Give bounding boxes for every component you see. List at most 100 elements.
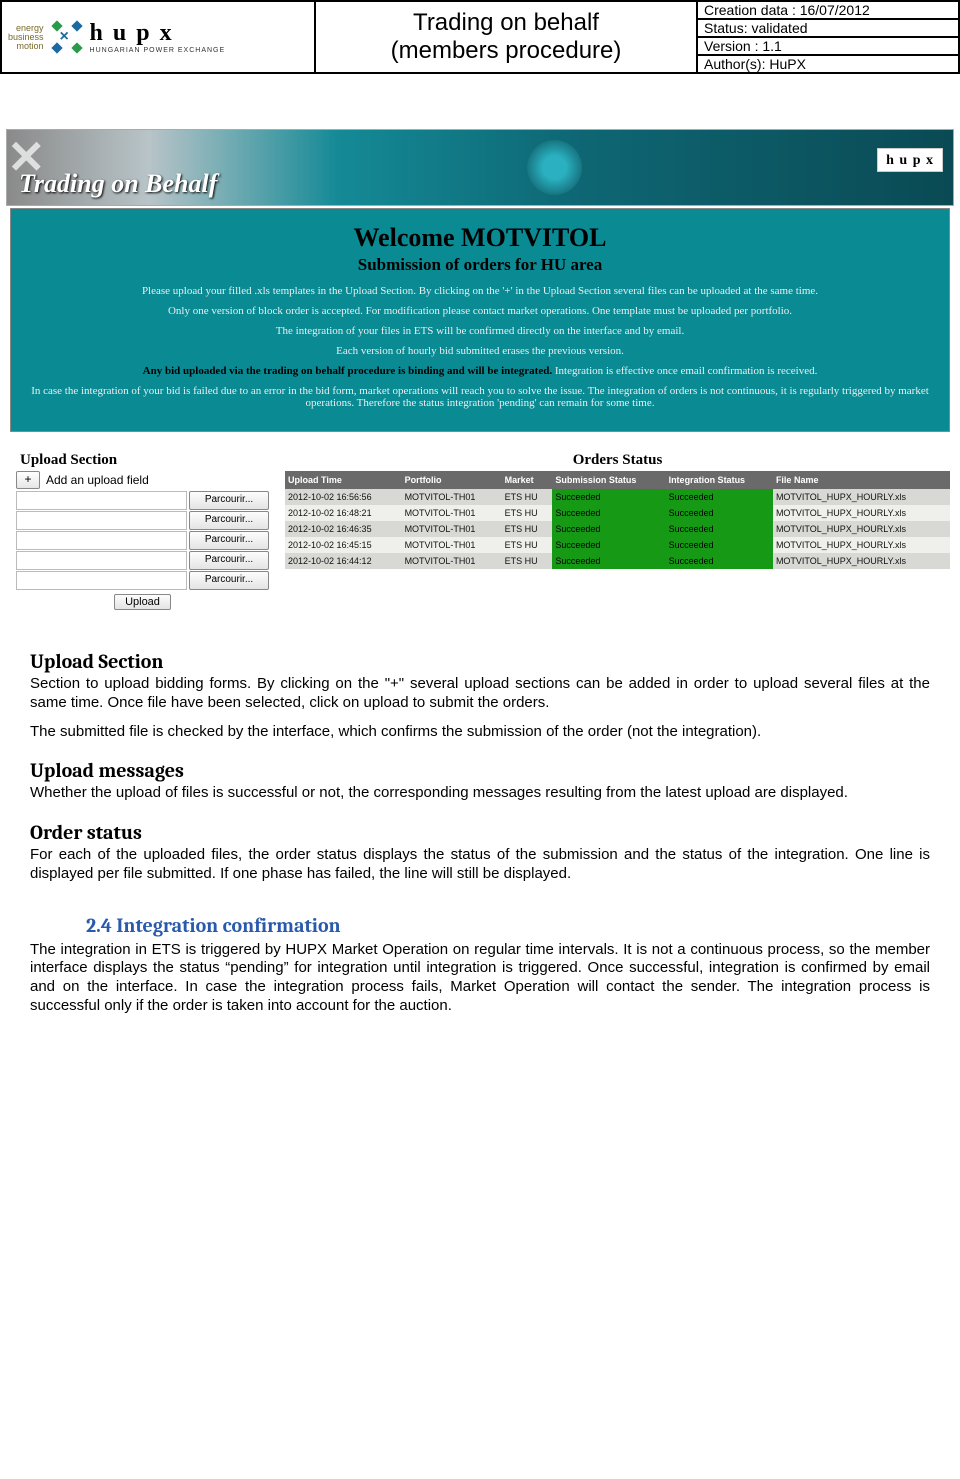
orders-cell: MOTVITOL_HUPX_HOURLY.xls — [773, 489, 950, 505]
welcome-p: Any bid uploaded via the trading on beha… — [25, 365, 935, 377]
orders-row: 2012-10-02 16:46:35MOTVITOL-TH01ETS HUSu… — [285, 521, 950, 537]
brand-sub: HUNGARIAN POWER EXCHANGE — [90, 47, 226, 54]
welcome-title: Welcome MOTVITOL — [25, 223, 935, 253]
orders-cell: MOTVITOL-TH01 — [402, 505, 502, 521]
section-heading: Upload Section — [30, 650, 930, 673]
browse-button[interactable]: Parcourir... — [189, 571, 269, 590]
add-upload-button[interactable]: + — [16, 471, 40, 489]
section-heading: Order status — [30, 821, 930, 844]
section-para: For each of the uploaded files, the orde… — [30, 846, 930, 884]
orders-row: 2012-10-02 16:44:12MOTVITOL-TH01ETS HUSu… — [285, 553, 950, 569]
banner-globe-icon — [527, 140, 582, 195]
file-row: Parcourir... — [16, 491, 269, 510]
orders-col: File Name — [773, 471, 950, 489]
welcome-subtitle: Submission of orders for HU area — [25, 255, 935, 275]
file-row: Parcourir... — [16, 551, 269, 570]
section-heading: Upload messages — [30, 759, 930, 782]
orders-cell: ETS HU — [502, 537, 553, 553]
welcome-bold: Any bid uploaded via the trading on beha… — [143, 365, 552, 377]
orders-cell: ETS HU — [502, 521, 553, 537]
orders-cell: Succeeded — [552, 553, 665, 569]
orders-cell: Succeeded — [552, 489, 665, 505]
meta-creation: Creation data : 16/07/2012 — [698, 2, 958, 20]
file-input[interactable] — [16, 551, 187, 570]
orders-col: Integration Status — [666, 471, 773, 489]
doc-meta-cell: Creation data : 16/07/2012 Status: valid… — [696, 2, 960, 72]
hero-banner: ✕ Trading on Behalf h u p x — [6, 129, 954, 206]
file-rows: Parcourir...Parcourir...Parcourir...Parc… — [10, 491, 275, 590]
browse-button[interactable]: Parcourir... — [189, 491, 269, 510]
section-para: Section to upload bidding forms. By clic… — [30, 675, 930, 713]
file-input[interactable] — [16, 511, 187, 530]
file-input[interactable] — [16, 531, 187, 550]
add-upload-label: Add an upload field — [46, 473, 149, 487]
orders-cell: 2012-10-02 16:48:21 — [285, 505, 402, 521]
logo-cell: energy business motion × h u p x HUNGARI… — [0, 2, 314, 72]
orders-cell: MOTVITOL-TH01 — [402, 489, 502, 505]
section-para: The submitted file is checked by the int… — [30, 723, 930, 742]
orders-col: Portfolio — [402, 471, 502, 489]
orders-cell: ETS HU — [502, 505, 553, 521]
orders-col: Market — [502, 471, 553, 489]
orders-table: Upload TimePortfolioMarketSubmission Sta… — [285, 471, 950, 569]
orders-cell: MOTVITOL-TH01 — [402, 537, 502, 553]
welcome-p: The integration of your files in ETS wil… — [25, 325, 935, 337]
orders-panel: Orders Status Upload TimePortfolioMarket… — [285, 452, 950, 569]
orders-cell: 2012-10-02 16:45:15 — [285, 537, 402, 553]
orders-row: 2012-10-02 16:45:15MOTVITOL-TH01ETS HUSu… — [285, 537, 950, 553]
orders-cell: Succeeded — [552, 505, 665, 521]
browse-button[interactable]: Parcourir... — [189, 531, 269, 550]
welcome-p: Only one version of block order is accep… — [25, 305, 935, 317]
orders-cell: Succeeded — [552, 521, 665, 537]
welcome-p: Each version of hourly bid submitted era… — [25, 345, 935, 357]
welcome-p: Please upload your filled .xls templates… — [25, 285, 935, 297]
file-row: Parcourir... — [16, 571, 269, 590]
orders-cell: MOTVITOL_HUPX_HOURLY.xls — [773, 505, 950, 521]
orders-cell: Succeeded — [666, 553, 773, 569]
orders-cell: MOTVITOL_HUPX_HOURLY.xls — [773, 553, 950, 569]
doc-header: energy business motion × h u p x HUNGARI… — [0, 0, 960, 74]
section-para: Whether the upload of files is successfu… — [30, 784, 930, 803]
welcome-p: In case the integration of your bid is f… — [25, 385, 935, 409]
orders-cell: Succeeded — [666, 537, 773, 553]
browse-button[interactable]: Parcourir... — [189, 511, 269, 530]
orders-col: Submission Status — [552, 471, 665, 489]
file-row: Parcourir... — [16, 531, 269, 550]
doc-title-l1: Trading on behalf — [413, 9, 599, 37]
upload-heading: Upload Section — [20, 452, 275, 469]
orders-cell: 2012-10-02 16:44:12 — [285, 553, 402, 569]
orders-cell: MOTVITOL-TH01 — [402, 521, 502, 537]
welcome-rest: Integration is effective once email conf… — [552, 365, 817, 377]
browse-button[interactable]: Parcourir... — [189, 551, 269, 570]
brand-mark-icon: × — [50, 20, 84, 54]
orders-cell: ETS HU — [502, 489, 553, 505]
orders-cell: Succeeded — [666, 521, 773, 537]
brand-text: h u p x HUNGARIAN POWER EXCHANGE — [90, 20, 226, 54]
panels-row: Upload Section + Add an upload field Par… — [10, 452, 950, 610]
upload-submit-button[interactable]: Upload — [114, 594, 171, 610]
banner-brand: h u p x — [877, 148, 943, 172]
doc-body: Upload Section Section to upload bidding… — [30, 650, 930, 1016]
add-upload-row: + Add an upload field — [16, 471, 275, 489]
banner-title: Trading on Behalf — [19, 169, 217, 199]
ebm-tag: energy business motion — [8, 24, 44, 51]
orders-row: 2012-10-02 16:56:56MOTVITOL-TH01ETS HUSu… — [285, 489, 950, 505]
orders-cell: Succeeded — [552, 537, 665, 553]
numbered-heading: 2.4 Integration confirmation — [86, 914, 930, 937]
brand-word: h u p x — [90, 20, 226, 47]
orders-cell: MOTVITOL_HUPX_HOURLY.xls — [773, 521, 950, 537]
orders-col: Upload Time — [285, 471, 402, 489]
file-input[interactable] — [16, 571, 187, 590]
orders-cell: MOTVITOL_HUPX_HOURLY.xls — [773, 537, 950, 553]
welcome-panel: Welcome MOTVITOL Submission of orders fo… — [11, 209, 949, 431]
orders-cell: Succeeded — [666, 489, 773, 505]
ebm-line: motion — [8, 42, 44, 51]
doc-title-l2: (members procedure) — [391, 37, 622, 65]
meta-version: Version : 1.1 — [698, 38, 958, 56]
orders-row: 2012-10-02 16:48:21MOTVITOL-TH01ETS HUSu… — [285, 505, 950, 521]
meta-status: Status: validated — [698, 20, 958, 38]
orders-cell: Succeeded — [666, 505, 773, 521]
file-input[interactable] — [16, 491, 187, 510]
doc-title-cell: Trading on behalf (members procedure) — [314, 2, 696, 72]
orders-cell: 2012-10-02 16:46:35 — [285, 521, 402, 537]
